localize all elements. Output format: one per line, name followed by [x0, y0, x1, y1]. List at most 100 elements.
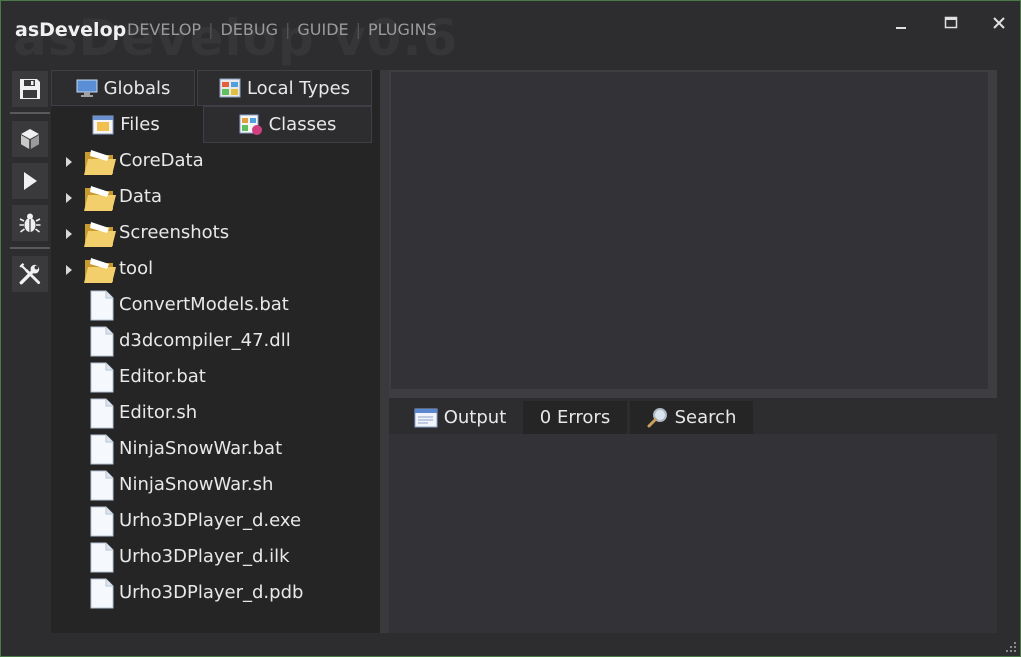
tree-item-label: NinjaSnowWar.bat — [119, 438, 283, 459]
tree-item-label: Urho3DPlayer_d.pdb — [119, 582, 304, 603]
file-icon — [90, 290, 114, 321]
tree-item-label: Editor.sh — [119, 402, 198, 423]
tools-button[interactable] — [12, 256, 48, 292]
tree-file[interactable]: Urho3DPlayer_d.pdb — [51, 575, 380, 611]
resize-grip-icon[interactable] — [1005, 641, 1017, 653]
folder-icon — [84, 186, 116, 211]
tree-file[interactable]: ConvertModels.bat — [51, 287, 380, 323]
local-types-icon — [219, 78, 241, 98]
menu-separator: | — [284, 20, 291, 39]
tree-file[interactable]: Editor.bat — [51, 359, 380, 395]
tree-file[interactable]: Editor.sh — [51, 395, 380, 431]
tab-globals-label: Globals — [103, 77, 171, 99]
bottom-tab-bar: Output 0 Errors Search — [389, 400, 997, 434]
output-panel[interactable] — [389, 434, 997, 633]
tab-local-types-label: Local Types — [246, 77, 351, 99]
minimize-button[interactable] — [885, 11, 917, 35]
tab-search-label: Search — [674, 407, 737, 428]
close-icon — [993, 17, 1005, 29]
menu-develop[interactable]: DEVELOP — [127, 20, 201, 39]
debug-button[interactable] — [12, 205, 48, 241]
tree-item-label: NinjaSnowWar.sh — [119, 474, 274, 495]
tree-item-label: d3dcompiler_47.dll — [119, 330, 291, 351]
main-window: asDevelop v0.6 asDevelop DEVELOP | DEBUG… — [0, 0, 1021, 657]
classes-icon — [239, 114, 263, 136]
title-bar: asDevelop DEVELOP | DEBUG | GUIDE | PLUG… — [1, 1, 1020, 61]
file-icon — [90, 398, 114, 429]
tree-folder[interactable]: CoreData — [51, 143, 380, 179]
tab-errors-label: 0 Errors — [539, 407, 611, 428]
tree-file[interactable]: Urho3DPlayer_d.exe — [51, 503, 380, 539]
expand-arrow-icon[interactable] — [66, 265, 72, 275]
menu-guide[interactable]: GUIDE — [297, 20, 348, 39]
tab-classes[interactable]: Classes — [203, 106, 372, 143]
file-icon — [90, 578, 114, 609]
editor-canvas[interactable] — [391, 72, 988, 389]
file-icon — [90, 326, 114, 357]
minimize-icon — [896, 27, 906, 29]
tree-file[interactable]: NinjaSnowWar.bat — [51, 431, 380, 467]
output-icon — [414, 408, 438, 428]
build-button[interactable] — [12, 121, 48, 157]
tab-search[interactable]: Search — [630, 401, 753, 434]
close-button[interactable] — [983, 11, 1015, 35]
tab-classes-label: Classes — [268, 114, 337, 135]
menu-debug[interactable]: DEBUG — [220, 20, 278, 39]
tab-files-label: Files — [120, 114, 160, 135]
folder-icon — [84, 150, 116, 175]
run-button[interactable] — [12, 163, 48, 199]
file-icon — [90, 470, 114, 501]
tree-folder[interactable]: Screenshots — [51, 215, 380, 251]
maximize-icon — [944, 16, 958, 29]
tab-output[interactable]: Output — [397, 401, 523, 434]
toolbar-separator — [10, 247, 50, 249]
tree-file[interactable]: NinjaSnowWar.sh — [51, 467, 380, 503]
tree-item-label: ConvertModels.bat — [119, 294, 289, 315]
play-icon — [24, 172, 37, 190]
menu-plugins[interactable]: PLUGINS — [368, 20, 437, 39]
tree-folder[interactable]: Data — [51, 179, 380, 215]
save-button[interactable] — [12, 71, 48, 107]
tree-item-label: Urho3DPlayer_d.exe — [119, 510, 302, 531]
maximize-button[interactable] — [935, 11, 967, 35]
toolbar-separator — [10, 112, 50, 114]
globals-icon — [76, 79, 98, 97]
panel-scrollbar[interactable] — [380, 70, 389, 633]
tab-output-label: Output — [443, 407, 507, 428]
save-icon — [20, 79, 40, 99]
folder-icon — [84, 222, 116, 247]
expand-arrow-icon[interactable] — [66, 193, 72, 203]
main-menu: DEVELOP | DEBUG | GUIDE | PLUGINS — [127, 20, 437, 39]
menu-separator: | — [208, 20, 214, 39]
tools-icon — [19, 262, 41, 285]
magnifier-icon — [647, 407, 669, 429]
file-icon — [90, 434, 114, 465]
tree-file[interactable]: d3dcompiler_47.dll — [51, 323, 380, 359]
file-icon — [90, 542, 114, 573]
tree-item-label: Screenshots — [119, 222, 230, 243]
tree-item-label: Data — [119, 186, 162, 207]
tab-files[interactable]: Files — [51, 106, 201, 143]
tree-item-label: Urho3DPlayer_d.ilk — [119, 546, 290, 567]
app-title: asDevelop — [15, 19, 127, 41]
project-panel: Globals Local Types Files Classes CoreDa… — [51, 70, 380, 633]
tab-local-types[interactable]: Local Types — [197, 70, 372, 106]
file-tree: CoreData Data Screenshots tool ConvertMo… — [51, 143, 380, 611]
files-icon — [92, 115, 114, 135]
expand-arrow-icon[interactable] — [66, 157, 72, 167]
bug-icon — [19, 213, 41, 233]
menu-separator: | — [355, 20, 362, 39]
tree-item-label: tool — [119, 258, 154, 279]
file-icon — [90, 362, 114, 393]
tree-folder[interactable]: tool — [51, 251, 380, 287]
folder-icon — [84, 258, 116, 283]
tree-item-label: Editor.bat — [119, 366, 206, 387]
tab-errors[interactable]: 0 Errors — [523, 401, 627, 434]
file-icon — [90, 506, 114, 537]
tree-item-label: CoreData — [119, 150, 204, 171]
tab-globals[interactable]: Globals — [51, 70, 195, 106]
editor-area[interactable] — [389, 70, 997, 398]
cube-icon — [21, 129, 39, 149]
tree-file[interactable]: Urho3DPlayer_d.ilk — [51, 539, 380, 575]
expand-arrow-icon[interactable] — [66, 229, 72, 239]
